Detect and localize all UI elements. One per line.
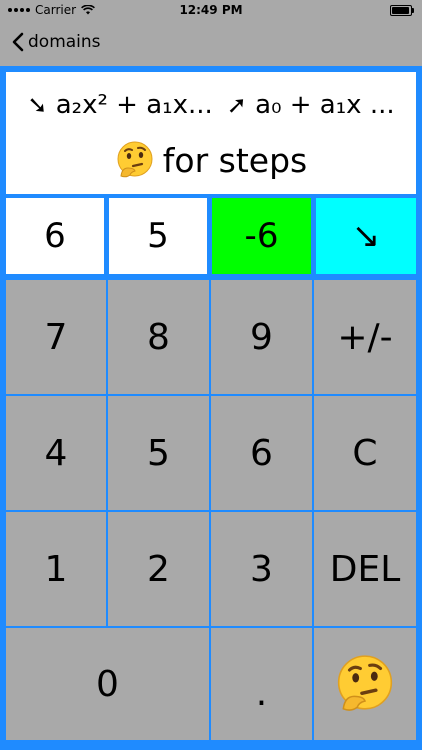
key-8[interactable]: 8 — [108, 280, 209, 394]
arrow-up-right-icon: ➚ — [226, 91, 247, 119]
formula-left-text: a₂x² + a₁x... — [55, 90, 213, 120]
navigation-bar: domains — [0, 22, 422, 66]
key-3[interactable]: 3 — [211, 512, 312, 626]
thinking-face-icon — [337, 655, 393, 711]
calculator-area: ➘ a₂x² + a₁x... ➚ a₀ + a₁x ... for steps… — [0, 66, 422, 750]
delete-button[interactable]: DEL — [314, 512, 416, 626]
key-2[interactable]: 2 — [108, 512, 209, 626]
thinking-face-icon — [117, 141, 153, 178]
coefficient-cell-3[interactable]: -6 — [212, 198, 311, 274]
steps-hint: for steps — [6, 132, 416, 188]
key-9[interactable]: 9 — [211, 280, 312, 394]
battery-icon — [390, 5, 414, 16]
key-6[interactable]: 6 — [211, 396, 312, 510]
formula-right: ➚ a₀ + a₁x ... — [227, 90, 395, 120]
status-bar: Carrier 12:49 PM — [0, 0, 422, 22]
steps-hint-text: for steps — [162, 140, 308, 180]
coefficient-row: 6 5 -6 ↘ — [6, 198, 416, 274]
back-button-label: domains — [28, 32, 101, 52]
direction-toggle-button[interactable]: ↘ — [316, 198, 416, 274]
status-time: 12:49 PM — [179, 3, 243, 17]
key-4[interactable]: 4 — [6, 396, 106, 510]
formula-display: ➘ a₂x² + a₁x... ➚ a₀ + a₁x ... for steps — [6, 72, 416, 194]
arrow-down-right-icon: ➘ — [27, 91, 48, 119]
decimal-point-button[interactable]: . — [211, 628, 312, 740]
back-button[interactable]: domains — [12, 32, 101, 52]
plus-minus-button[interactable]: +/- — [314, 280, 416, 394]
formula-row: ➘ a₂x² + a₁x... ➚ a₀ + a₁x ... — [6, 80, 416, 130]
key-5[interactable]: 5 — [108, 396, 209, 510]
key-7[interactable]: 7 — [6, 280, 106, 394]
key-0[interactable]: 0 — [6, 628, 209, 740]
coefficient-cell-2[interactable]: 5 — [109, 198, 207, 274]
show-steps-button[interactable] — [314, 628, 416, 740]
keypad: 7 8 9 +/- 4 5 6 C 1 2 3 DEL 0 . — [0, 280, 422, 744]
key-1[interactable]: 1 — [6, 512, 106, 626]
coefficient-cell-1[interactable]: 6 — [6, 198, 104, 274]
chevron-left-icon — [12, 32, 24, 52]
formula-right-text: a₀ + a₁x ... — [255, 90, 395, 120]
clear-button[interactable]: C — [314, 396, 416, 510]
formula-left: ➘ a₂x² + a₁x... — [27, 90, 212, 120]
